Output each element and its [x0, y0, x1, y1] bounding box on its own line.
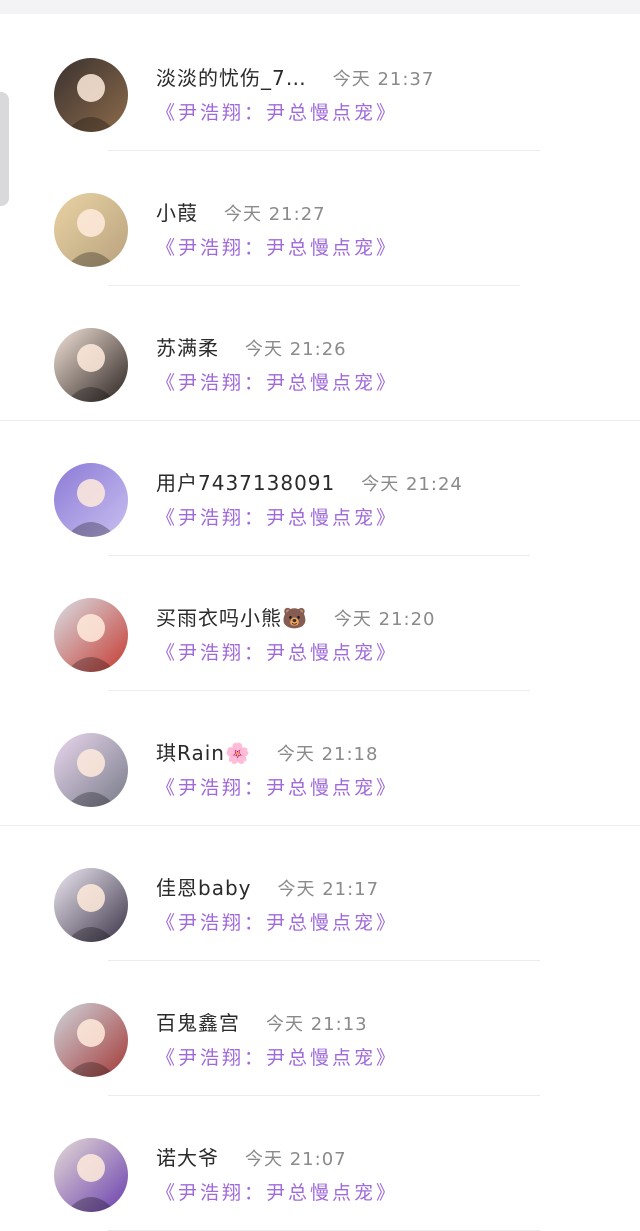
name-line: 佳恩baby 今天 21:17	[156, 872, 379, 900]
list-item[interactable]: 买雨衣吗小熊🐻 今天 21:20 《尹浩翔：尹总慢点宠》	[0, 540, 640, 691]
name-line: 淡淡的忧伤_7… 今天 21:37	[156, 62, 434, 90]
name-line: 琪Rain🌸 今天 21:18	[156, 737, 378, 765]
timestamp: 今天 21:13	[266, 1014, 368, 1035]
user-name[interactable]: 用户7437138091	[156, 467, 335, 496]
book-title-link[interactable]: 《尹浩翔：尹总慢点宠》	[156, 1178, 398, 1205]
avatar-young-man[interactable]	[54, 328, 128, 402]
avatar-flower-crown-girl[interactable]	[54, 193, 128, 267]
timestamp: 今天 21:27	[224, 204, 326, 225]
name-line: 百鬼鑫宫 今天 21:13	[156, 1007, 368, 1035]
user-name[interactable]: 小葭	[156, 197, 198, 226]
user-name[interactable]: 百鬼鑫宫	[156, 1007, 240, 1036]
name-line: 诺大爷 今天 21:07	[156, 1142, 347, 1170]
user-name[interactable]: 苏满柔	[156, 332, 219, 361]
timestamp: 今天 21:26	[245, 339, 347, 360]
timestamp: 今天 21:20	[333, 609, 436, 630]
book-title-link[interactable]: 《尹浩翔：尹总慢点宠》	[156, 908, 398, 935]
name-line: 买雨衣吗小熊🐻 今天 21:20	[156, 602, 436, 630]
list-item[interactable]: 百鬼鑫宫 今天 21:13 《尹浩翔：尹总慢点宠》	[0, 945, 640, 1096]
user-name[interactable]: 琪Rain🌸	[156, 737, 251, 766]
name-line: 用户7437138091 今天 21:24	[156, 467, 463, 495]
book-title-link[interactable]: 《尹浩翔：尹总慢点宠》	[156, 503, 398, 530]
avatar-toddler[interactable]	[54, 868, 128, 942]
user-name[interactable]: 佳恩baby	[156, 872, 251, 901]
avatar-harry-potter-character[interactable]	[54, 58, 128, 132]
avatar-stage-group[interactable]	[54, 463, 128, 537]
list-item[interactable]: 琪Rain🌸 今天 21:18 《尹浩翔：尹总慢点宠》	[0, 675, 640, 826]
list-item[interactable]: 苏满柔 今天 21:26 《尹浩翔：尹总慢点宠》	[0, 270, 640, 421]
avatar-cartoon-cat[interactable]	[54, 733, 128, 807]
book-title-link[interactable]: 《尹浩翔：尹总慢点宠》	[156, 638, 398, 665]
name-line: 苏满柔 今天 21:26	[156, 332, 347, 360]
book-title-link[interactable]: 《尹浩翔：尹总慢点宠》	[156, 98, 398, 125]
list-item[interactable]: 用户7437138091 今天 21:24 《尹浩翔：尹总慢点宠》	[0, 405, 640, 556]
user-name[interactable]: 淡淡的忧伤_7…	[156, 62, 307, 91]
timestamp: 今天 21:37	[332, 69, 435, 90]
list-item[interactable]: 诺大爷 今天 21:07 《尹浩翔：尹总慢点宠》	[0, 1080, 640, 1231]
timestamp: 今天 21:18	[276, 744, 379, 765]
user-name[interactable]: 买雨衣吗小熊🐻	[156, 602, 308, 631]
book-title-link[interactable]: 《尹浩翔：尹总慢点宠》	[156, 233, 398, 260]
list-item[interactable]: 小葭 今天 21:27 《尹浩翔：尹总慢点宠》	[0, 135, 640, 286]
list-item[interactable]: 佳恩baby 今天 21:17 《尹浩翔：尹总慢点宠》	[0, 810, 640, 961]
avatar-plumber-costume[interactable]	[54, 598, 128, 672]
timestamp: 今天 21:17	[277, 879, 380, 900]
book-title-link[interactable]: 《尹浩翔：尹总慢点宠》	[156, 1043, 398, 1070]
timestamp: 今天 21:24	[361, 474, 463, 495]
avatar-red-hair-girl[interactable]	[54, 1003, 128, 1077]
avatar-sleeping-boy[interactable]	[54, 1138, 128, 1212]
book-title-link[interactable]: 《尹浩翔：尹总慢点宠》	[156, 368, 398, 395]
timestamp: 今天 21:07	[245, 1149, 347, 1170]
book-title-link[interactable]: 《尹浩翔：尹总慢点宠》	[156, 773, 398, 800]
list-item[interactable]: 淡淡的忧伤_7… 今天 21:37 《尹浩翔：尹总慢点宠》	[0, 0, 640, 151]
name-line: 小葭 今天 21:27	[156, 197, 326, 225]
user-name[interactable]: 诺大爷	[156, 1142, 219, 1171]
